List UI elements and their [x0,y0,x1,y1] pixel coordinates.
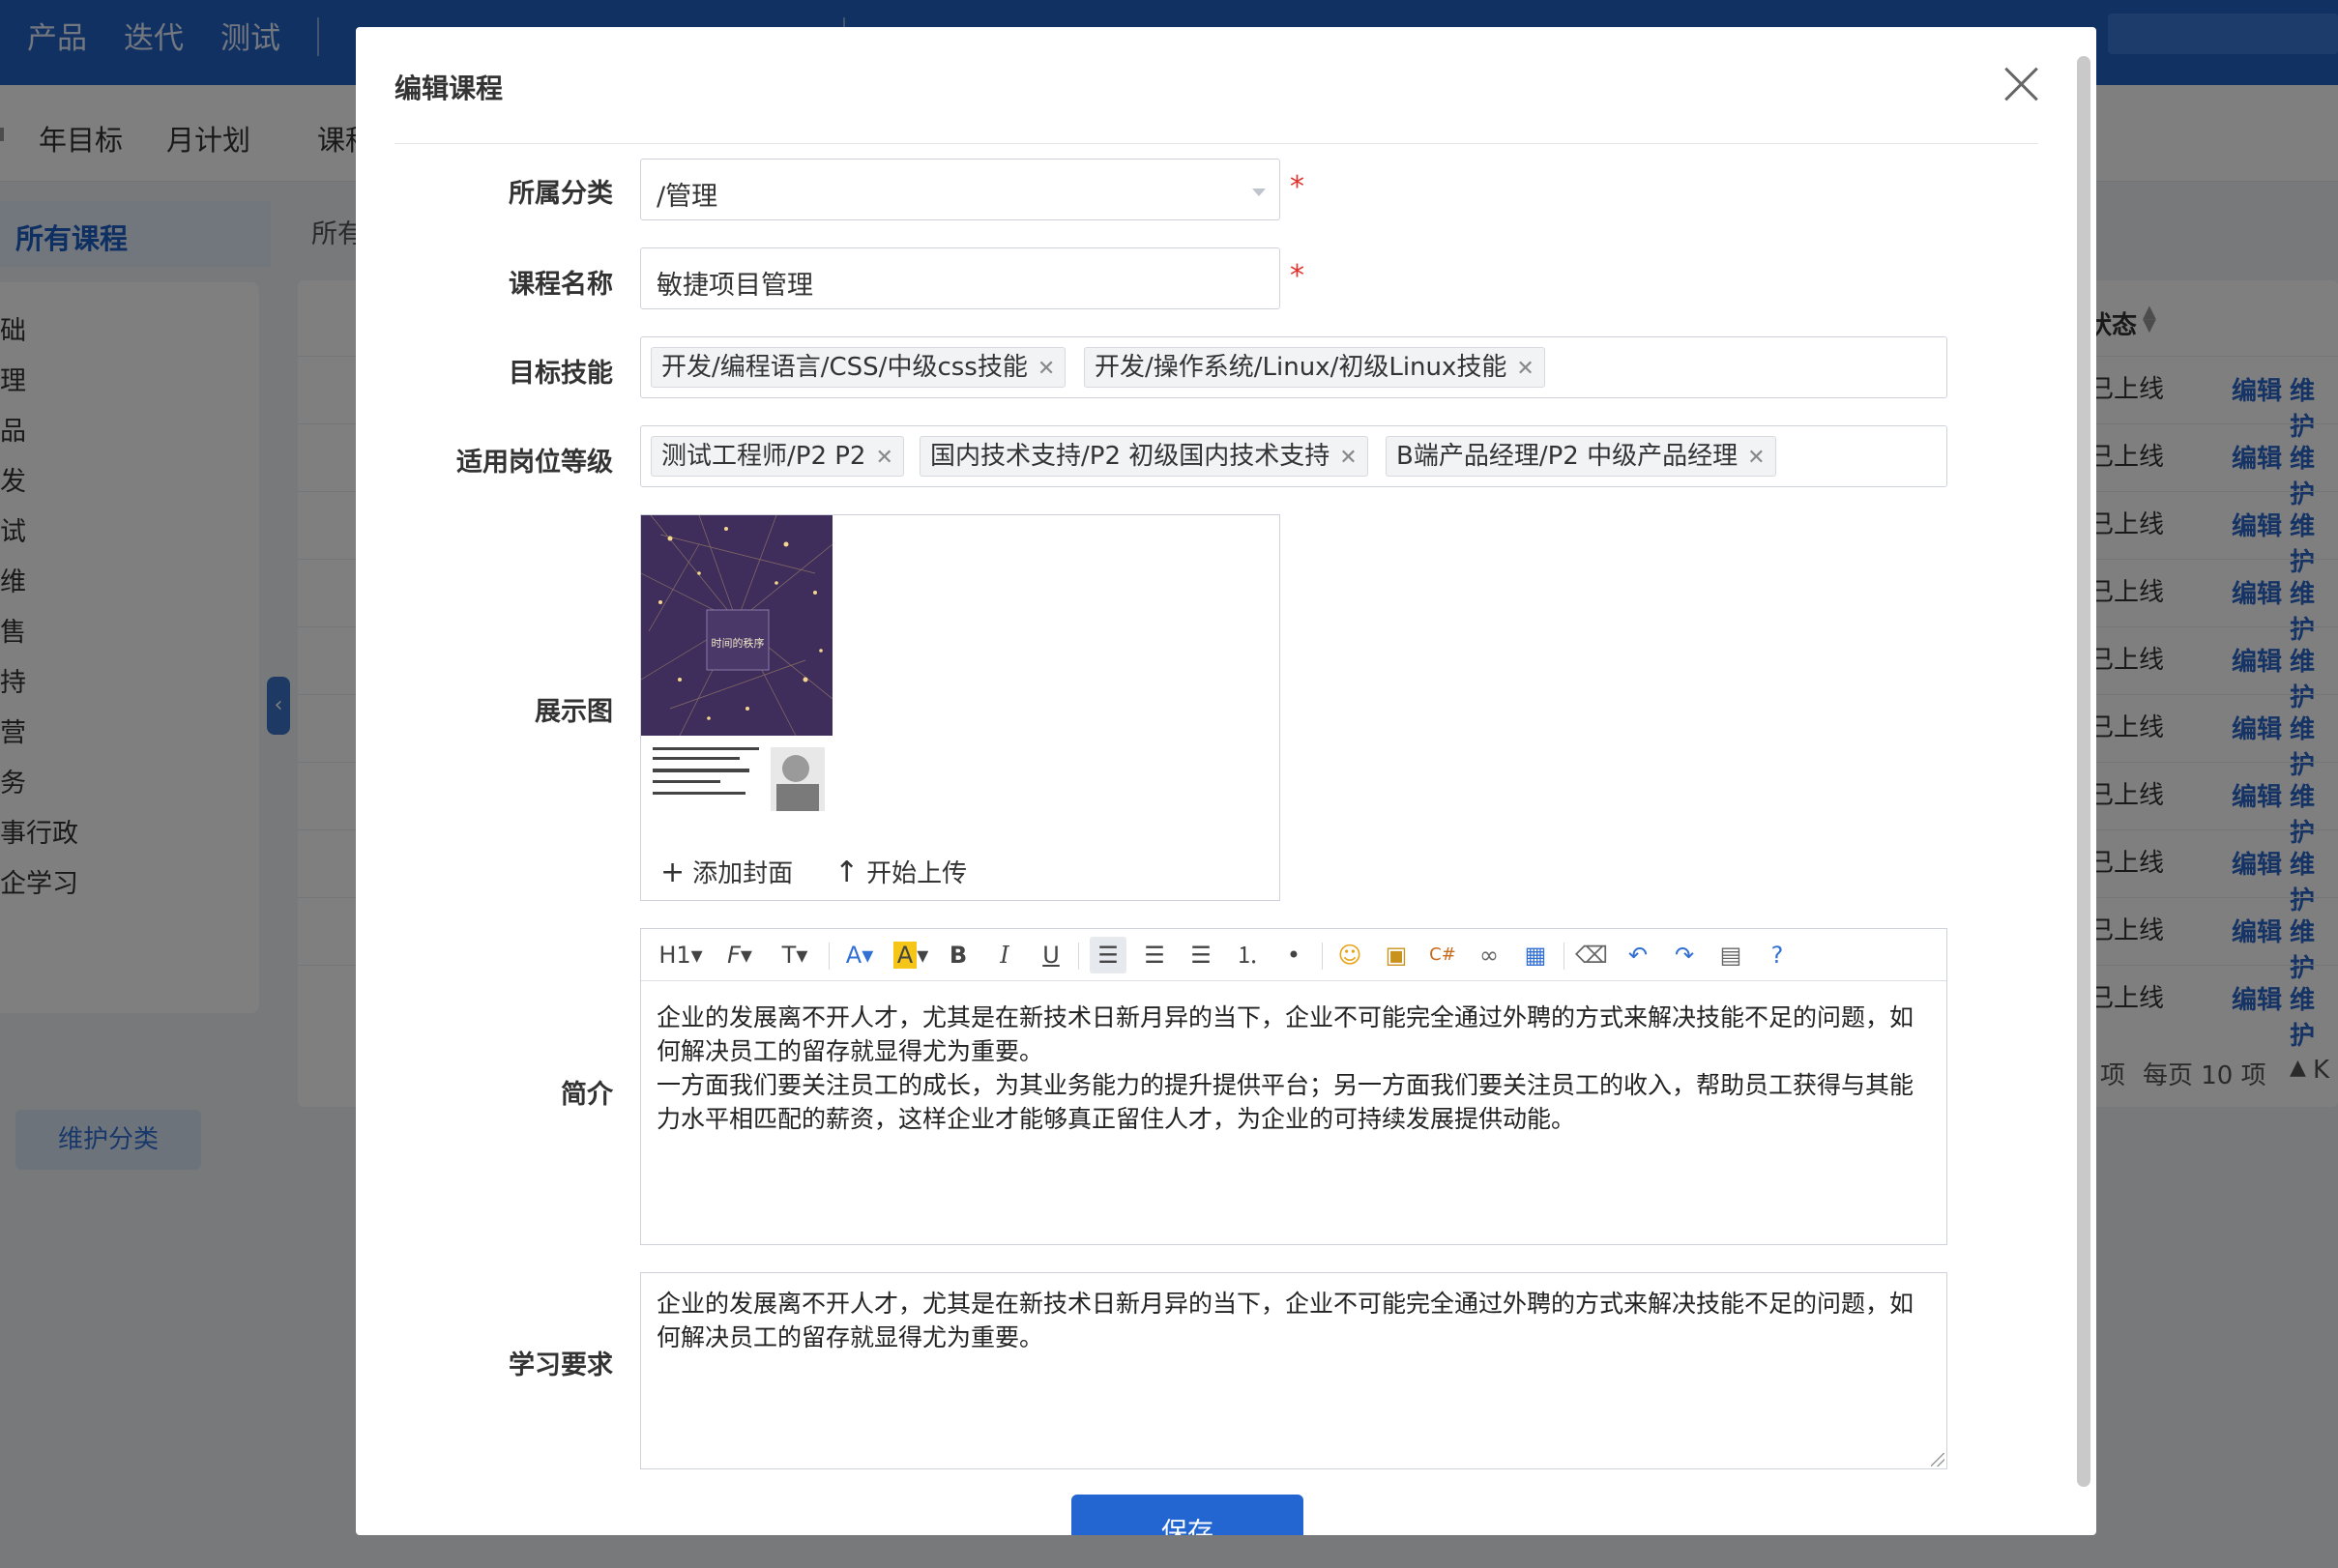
add-cover-button[interactable]: + 添加封面 [660,854,793,889]
redo-icon[interactable]: ↷ [1666,937,1703,973]
bold-icon[interactable]: B [945,937,972,973]
positions-label: 适用岗位等级 [456,448,613,478]
close-icon[interactable]: ✕ [875,439,892,478]
eraser-icon[interactable]: ⌫ [1573,937,1610,973]
arrow-up-icon: ↑ [834,856,860,889]
align-right-icon[interactable]: ☰ [1183,937,1219,973]
chevron-down-icon [1252,189,1266,196]
align-left-icon[interactable]: ☰ [1090,937,1126,973]
font-size-icon[interactable]: T▾ [773,937,817,973]
cover-image: 时间的秩序 [641,515,833,817]
skill-tag: 开发/操作系统/Linux/初级Linux技能 ✕ [1084,347,1545,388]
ordered-list-icon[interactable]: ⒈ [1229,937,1266,973]
close-icon[interactable] [2000,62,2044,106]
link-icon[interactable]: ∞ [1471,937,1507,973]
intro-rich-editor[interactable]: H1▾ F▾ T▾ A▾ A ▾ B I U ☰ ☰ ☰ ⒈ • ☺ ▣ C# ∞… [640,928,1947,1245]
close-icon[interactable]: ✕ [1339,439,1357,478]
requirement-textarea[interactable]: 企业的发展离不开人才，尤其是在新技术日新月异的当下，企业不可能完全通过外聘的方式… [640,1272,1947,1469]
required-mark: * [1290,259,1304,293]
cover-label: 展示图 [535,697,613,727]
skills-multiselect[interactable]: 开发/编程语言/CSS/中级css技能 ✕ 开发/操作系统/Linux/初级Lin… [640,336,1947,398]
paste-icon[interactable]: ▤ [1712,937,1749,973]
dialog-scrollbar[interactable] [2077,56,2090,1487]
table-icon[interactable]: ▦ [1517,937,1554,973]
position-tag: B端产品经理/P2 中级产品经理 ✕ [1386,436,1776,477]
required-mark: * [1290,170,1304,204]
skill-tag: 开发/编程语言/CSS/中级css技能 ✕ [651,347,1067,389]
bullet-list-icon[interactable]: • [1275,937,1312,973]
undo-icon[interactable]: ↶ [1620,937,1656,973]
svg-text:时间的秩序: 时间的秩序 [712,636,765,650]
category-label: 所属分类 [509,179,613,209]
image-icon[interactable]: ▣ [1378,937,1415,973]
close-icon[interactable]: ✕ [1747,439,1765,478]
cover-uploader: 时间的秩序 + 添加封面 ↑ 开始上传 [640,514,1280,901]
dialog-divider [395,143,2038,144]
save-button[interactable]: 保存 [1071,1495,1303,1535]
intro-label: 简介 [561,1080,613,1110]
resize-handle-icon[interactable] [1931,1453,1944,1466]
align-center-icon[interactable]: ☰ [1136,937,1173,973]
underline-icon[interactable]: U [1037,937,1065,973]
emoji-icon[interactable]: ☺ [1331,937,1368,973]
positions-multiselect[interactable]: 测试工程师/P2 P2 ✕ 国内技术支持/P2 初级国内技术支持 ✕ B端产品经理/… [640,425,1947,487]
close-icon[interactable]: ✕ [1516,350,1534,389]
skills-label: 目标技能 [509,359,613,389]
edit-course-dialog: 编辑课程 所属分类 /管理 * 课程名称 敏捷项目管理 * 目标技能 开发/编程… [356,27,2096,1535]
italic-icon[interactable]: I [991,937,1018,973]
course-name-label: 课程名称 [509,270,613,300]
help-icon[interactable]: ? [1759,937,1796,973]
dialog-title: 编辑课程 [395,73,504,104]
highlight-color-icon[interactable]: A ▾ [889,937,933,973]
requirement-label: 学习要求 [509,1350,613,1380]
font-color-icon[interactable]: A▾ [840,937,879,973]
plus-icon: + [660,856,686,889]
heading-icon[interactable]: H1▾ [657,937,705,973]
intro-content[interactable]: 企业的发展离不开人才，尤其是在新技术日新月异的当下，企业不可能完全通过外聘的方式… [657,1001,1923,1136]
position-tag: 国内技术支持/P2 初级国内技术支持 ✕ [920,436,1368,477]
editor-toolbar: H1▾ F▾ T▾ A▾ A ▾ B I U ☰ ☰ ☰ ⒈ • ☺ ▣ C# ∞… [641,929,1946,981]
position-tag: 测试工程师/P2 P2 ✕ [651,436,904,477]
course-name-input[interactable]: 敏捷项目管理 [640,247,1280,309]
start-upload-button[interactable]: ↑ 开始上传 [834,854,967,889]
category-select[interactable]: /管理 [640,159,1280,220]
code-icon[interactable]: C# [1424,937,1461,973]
close-icon[interactable]: ✕ [1037,350,1055,389]
font-family-icon[interactable]: F▾ [718,937,761,973]
